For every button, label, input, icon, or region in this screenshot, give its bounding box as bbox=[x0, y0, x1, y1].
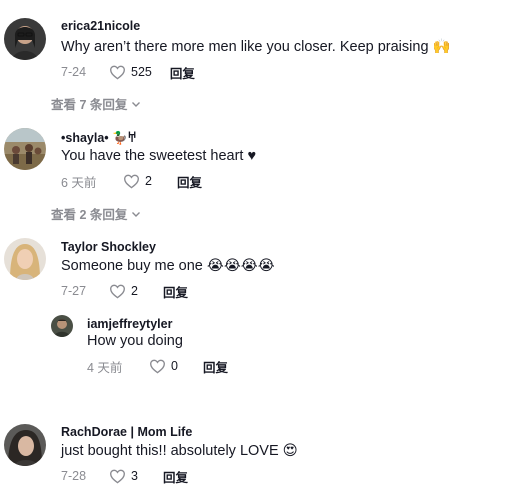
avatar[interactable] bbox=[51, 315, 73, 337]
comment-meta: 7-24 525 回复 bbox=[61, 63, 195, 82]
comment-meta: 7-27 2 回复 bbox=[61, 282, 188, 301]
comment-emoji: 🙌 bbox=[432, 39, 451, 55]
comment-meta: 6 天前 2 回复 bbox=[61, 172, 202, 191]
comment-date: 7-27 bbox=[61, 284, 87, 298]
reply-button[interactable]: 回复 bbox=[163, 467, 188, 486]
like-count: 2 bbox=[145, 174, 152, 188]
reply-button[interactable]: 回复 bbox=[163, 282, 188, 301]
like-count: 0 bbox=[171, 359, 178, 373]
heart-outline-icon bbox=[123, 174, 140, 188]
view-replies-button[interactable]: 查看 7 条回复 bbox=[51, 94, 141, 113]
comment-emoji: 😍 bbox=[282, 443, 298, 459]
like-count: 2 bbox=[131, 284, 138, 298]
heart-outline-icon bbox=[109, 65, 126, 79]
view-replies-label: 查看 2 条回复 bbox=[51, 208, 128, 222]
comment-date: 6 天前 bbox=[61, 175, 97, 190]
like-button[interactable]: 0 bbox=[149, 359, 203, 374]
comment-text-body: just bought this!! absolutely LOVE bbox=[61, 443, 279, 459]
avatar[interactable] bbox=[4, 128, 46, 170]
comment-username[interactable]: •shayla• 🦆𐀀 bbox=[61, 129, 136, 146]
comment-username[interactable]: erica21nicole bbox=[61, 19, 140, 33]
reply-button[interactable]: 回复 bbox=[177, 172, 202, 191]
comment-username[interactable]: iamjeffreytyler bbox=[87, 317, 172, 331]
comment-text-body: Why aren’t there more men like you close… bbox=[61, 39, 429, 55]
comment-text-body: Someone buy me one bbox=[61, 258, 203, 274]
view-replies-label: 查看 7 条回复 bbox=[51, 98, 128, 112]
heart-outline-icon bbox=[109, 469, 126, 483]
avatar[interactable] bbox=[4, 238, 46, 280]
like-button[interactable]: 525 bbox=[109, 65, 170, 80]
like-button[interactable]: 2 bbox=[109, 284, 163, 299]
comment-date: 4 天前 bbox=[87, 360, 123, 375]
view-replies-button[interactable]: 查看 2 条回复 bbox=[51, 204, 141, 223]
reply-button[interactable]: 回复 bbox=[170, 63, 195, 82]
avatar[interactable] bbox=[4, 18, 46, 60]
avatar[interactable] bbox=[4, 424, 46, 466]
comment-emoji: 😭😭😭😭 bbox=[206, 258, 275, 274]
like-button[interactable]: 2 bbox=[123, 174, 177, 189]
chevron-down-icon bbox=[132, 101, 141, 107]
comment-text: Someone buy me one 😭😭😭😭 bbox=[61, 258, 275, 274]
comment-date: 7-28 bbox=[61, 469, 87, 483]
comment-meta: 7-28 3 回复 bbox=[61, 467, 188, 486]
comment-meta: 4 天前 0 回复 bbox=[87, 357, 228, 376]
like-button[interactable]: 3 bbox=[109, 469, 163, 484]
like-count: 525 bbox=[131, 65, 152, 79]
comment-username[interactable]: Taylor Shockley bbox=[61, 240, 156, 254]
chevron-down-icon bbox=[132, 211, 141, 217]
comment-username-text: •shayla• bbox=[61, 131, 109, 145]
comment-username-emoji: 🦆𐀀 bbox=[112, 130, 137, 145]
comment-username[interactable]: RachDorae | Mom Life bbox=[61, 425, 192, 439]
heart-outline-icon bbox=[149, 359, 166, 373]
like-count: 3 bbox=[131, 469, 138, 483]
reply-button[interactable]: 回复 bbox=[203, 357, 228, 376]
comment-text: just bought this!! absolutely LOVE 😍 bbox=[61, 443, 298, 459]
comment-text: You have the sweetest heart ♥ bbox=[61, 148, 257, 164]
comment-text: How you doing bbox=[87, 333, 183, 349]
comment-text: Why aren’t there more men like you close… bbox=[61, 38, 451, 55]
comment-date: 7-24 bbox=[61, 65, 87, 79]
heart-outline-icon bbox=[109, 284, 126, 298]
